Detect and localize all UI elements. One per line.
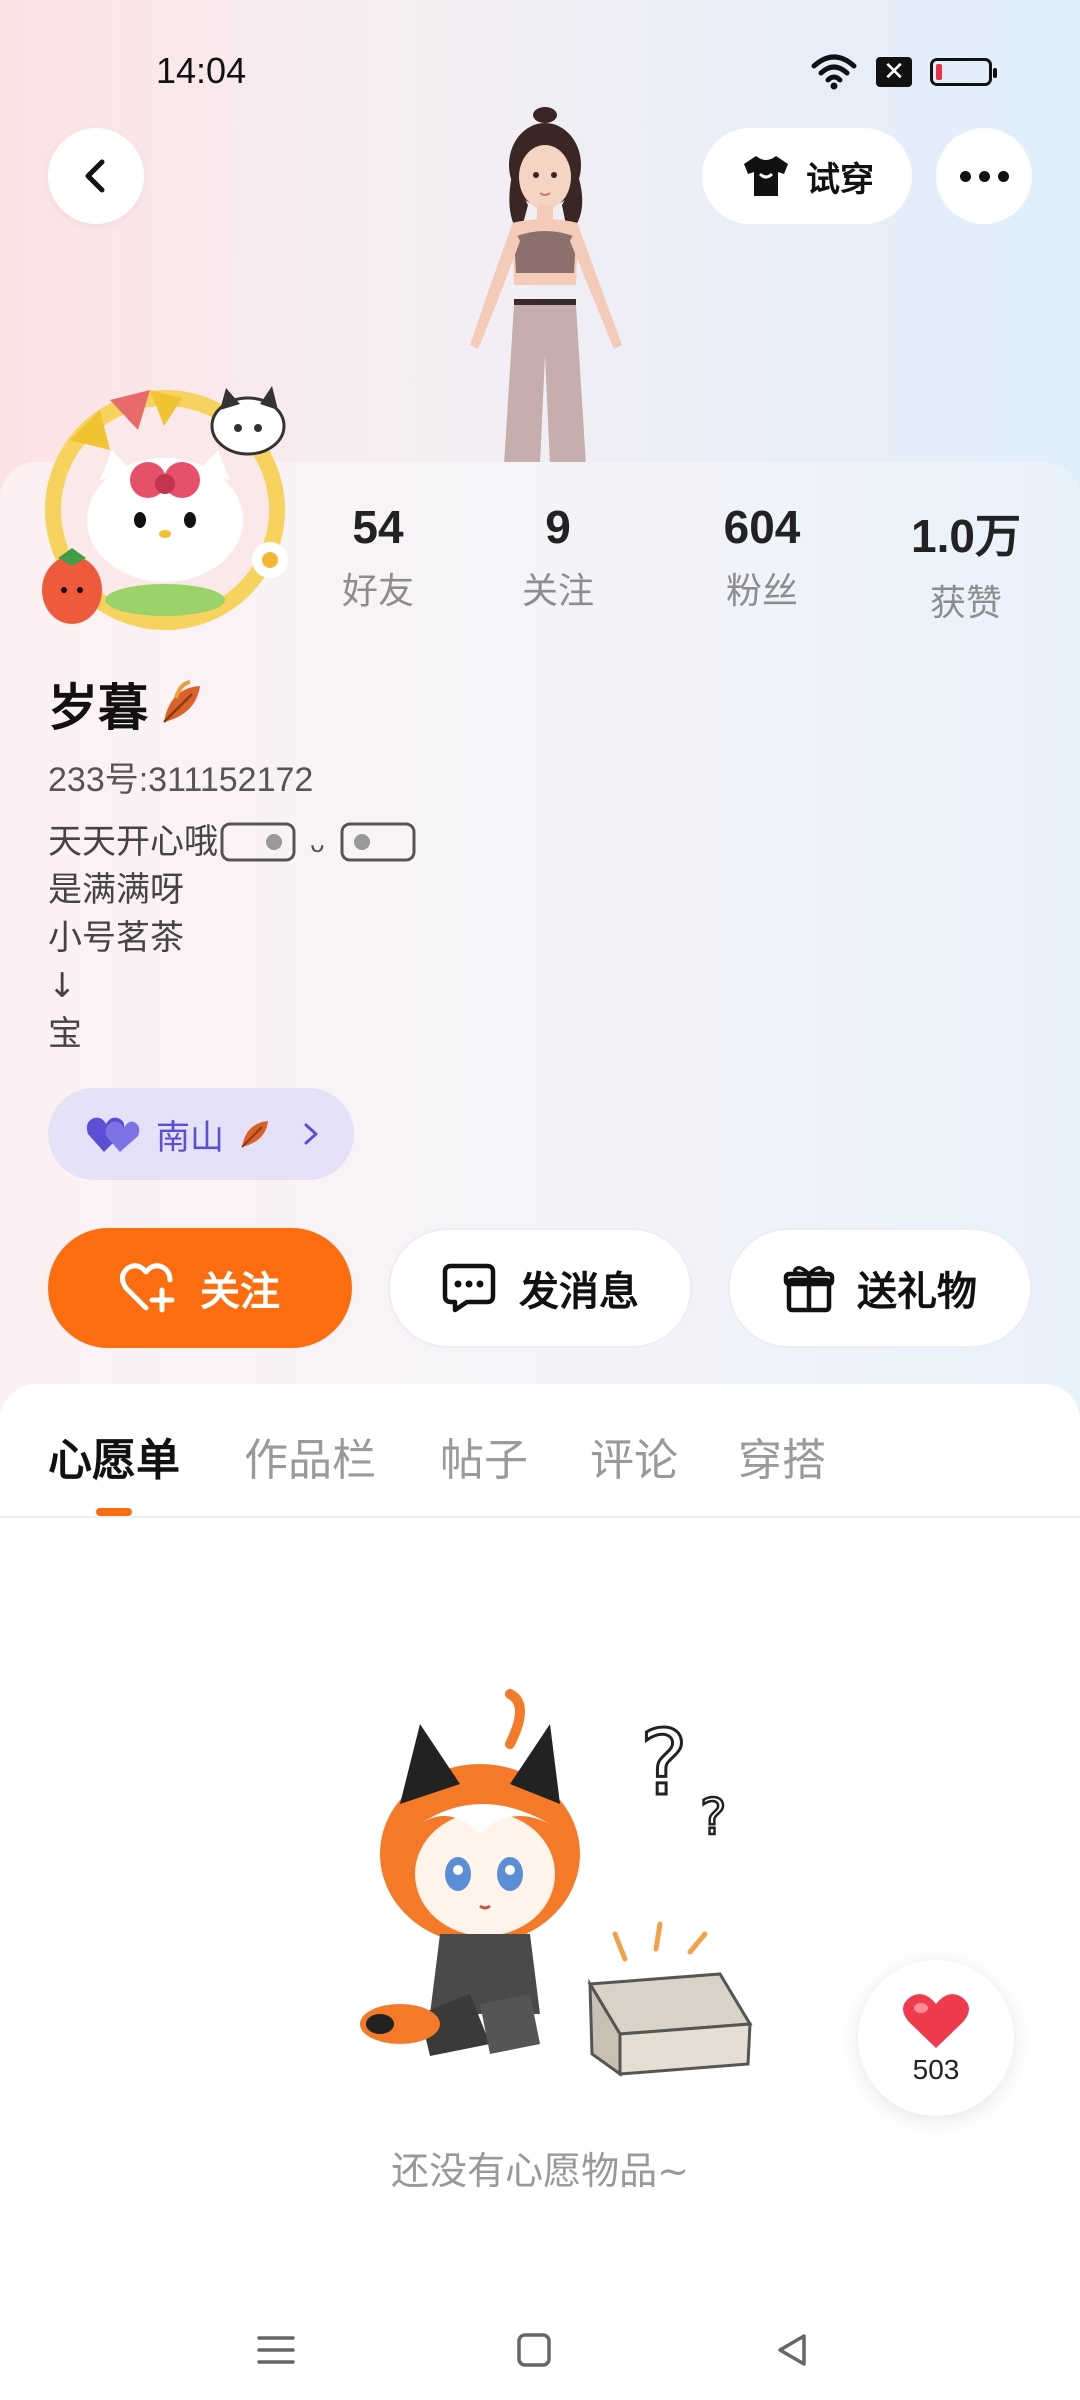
stat-following[interactable]: 9 关注 (468, 500, 648, 614)
message-label: 发消息 (519, 1269, 639, 1315)
stat-likes[interactable]: 1.0万 获赞 (876, 500, 1056, 626)
stat-following-value: 9 (545, 501, 571, 553)
svg-text:?: ? (700, 1788, 727, 1846)
account-id: 233号:311152172 (48, 761, 314, 799)
cp-tag-label: 南山 (156, 1117, 224, 1158)
chevron-right-icon (304, 1123, 318, 1145)
svg-text:ᴗ: ᴗ (310, 830, 325, 858)
username-text: 岁暮 (48, 679, 148, 737)
stat-friends[interactable]: 54 好友 (288, 500, 468, 614)
nav-home-button[interactable] (504, 2320, 564, 2380)
chevron-left-icon (85, 159, 105, 193)
wifi-icon (811, 54, 857, 90)
gift-button[interactable]: 送礼物 (728, 1228, 1032, 1348)
chat-bubble-icon (442, 1263, 496, 1313)
menu-icon (257, 2336, 295, 2364)
tshirt-icon (744, 156, 788, 196)
heart-icon (903, 1994, 969, 2048)
status-time: 14:04 (156, 50, 247, 91)
tab-comments[interactable]: 评论 (590, 1424, 678, 1488)
bio-line-2: 是满满呀 (48, 870, 184, 910)
nav-back-button[interactable] (762, 2320, 822, 2380)
profile-page: 14:04 ✕ 试穿 54 好友 9 关注 604 粉丝 1.0万 获赞 岁暮 … (0, 0, 1080, 2400)
nav-menu-button[interactable] (246, 2320, 306, 2380)
like-count: 503 (912, 2054, 960, 2085)
follow-button[interactable]: 关注 (48, 1228, 352, 1348)
bio-line-4: ↓ (48, 966, 77, 1006)
bio-line-1: 天天开心哦 ᴗ (48, 818, 428, 866)
like-float-button[interactable]: 503 (858, 1960, 1014, 2116)
autumn-leaf-icon (163, 680, 200, 723)
tab-active-indicator (96, 1508, 132, 1516)
triangle-back-icon (778, 2334, 806, 2366)
stat-friends-label: 好友 (341, 571, 414, 612)
double-heart-icon (86, 1117, 140, 1152)
stat-friends-value: 54 (352, 501, 404, 553)
tab-outfits[interactable]: 穿搭 (738, 1424, 826, 1488)
svg-text:?: ? (640, 1711, 688, 1816)
autumn-leaf-icon (241, 1121, 268, 1148)
battery-low-icon (930, 58, 997, 86)
content-area: 心愿单 作品栏 帖子 评论 穿搭 ? ? 还没有心愿物品~ (0, 1384, 1080, 2400)
empty-state-text: 还没有心愿物品~ (391, 2149, 689, 2193)
stat-fans-value: 604 (723, 501, 801, 553)
stat-likes-label: 获赞 (929, 583, 1002, 624)
cp-relation-tag[interactable]: 南山 (48, 1088, 354, 1180)
peek-eyes-emoji-icon: ᴗ (220, 822, 416, 862)
stat-fans-label: 粉丝 (725, 571, 798, 612)
try-on-label: 试穿 (806, 159, 874, 200)
bio-line-3: 小号茗茶 (48, 918, 184, 958)
back-button[interactable] (48, 128, 144, 224)
avatar-3d-character[interactable] (400, 105, 690, 465)
tab-works[interactable]: 作品栏 (244, 1424, 376, 1488)
gift-icon (783, 1266, 835, 1313)
profile-tabs: 心愿单 作品栏 帖子 评论 穿搭 (0, 1424, 1080, 1504)
user-avatar[interactable] (30, 370, 300, 640)
stat-likes-value: 1.0万 (911, 510, 1021, 562)
tab-wishlist[interactable]: 心愿单 (48, 1424, 180, 1488)
bio: 天天开心哦 ᴗ 是满满呀 小号茗茶 ↓ 宝 (48, 818, 428, 1058)
follow-label: 关注 (200, 1269, 280, 1315)
stat-following-label: 关注 (521, 571, 594, 612)
status-icons: ✕ (810, 52, 997, 92)
tabs-divider (0, 1516, 1080, 1518)
stat-fans[interactable]: 604 粉丝 (672, 500, 852, 614)
square-icon (517, 2333, 551, 2367)
message-button[interactable]: 发消息 (388, 1228, 692, 1348)
x-box-icon: ✕ (876, 57, 912, 87)
tab-posts[interactable]: 帖子 (440, 1424, 528, 1488)
try-on-button[interactable]: 试穿 (702, 128, 912, 224)
heart-plus-icon (120, 1263, 175, 1313)
bio-line-5: 宝 (48, 1014, 82, 1054)
empty-state-illustration: ? ? (360, 1689, 753, 2077)
more-dots-icon (959, 170, 1009, 182)
gift-label: 送礼物 (857, 1269, 977, 1315)
system-nav-bar (0, 2300, 1080, 2400)
username: 岁暮 (48, 668, 208, 740)
more-button[interactable] (936, 128, 1032, 224)
